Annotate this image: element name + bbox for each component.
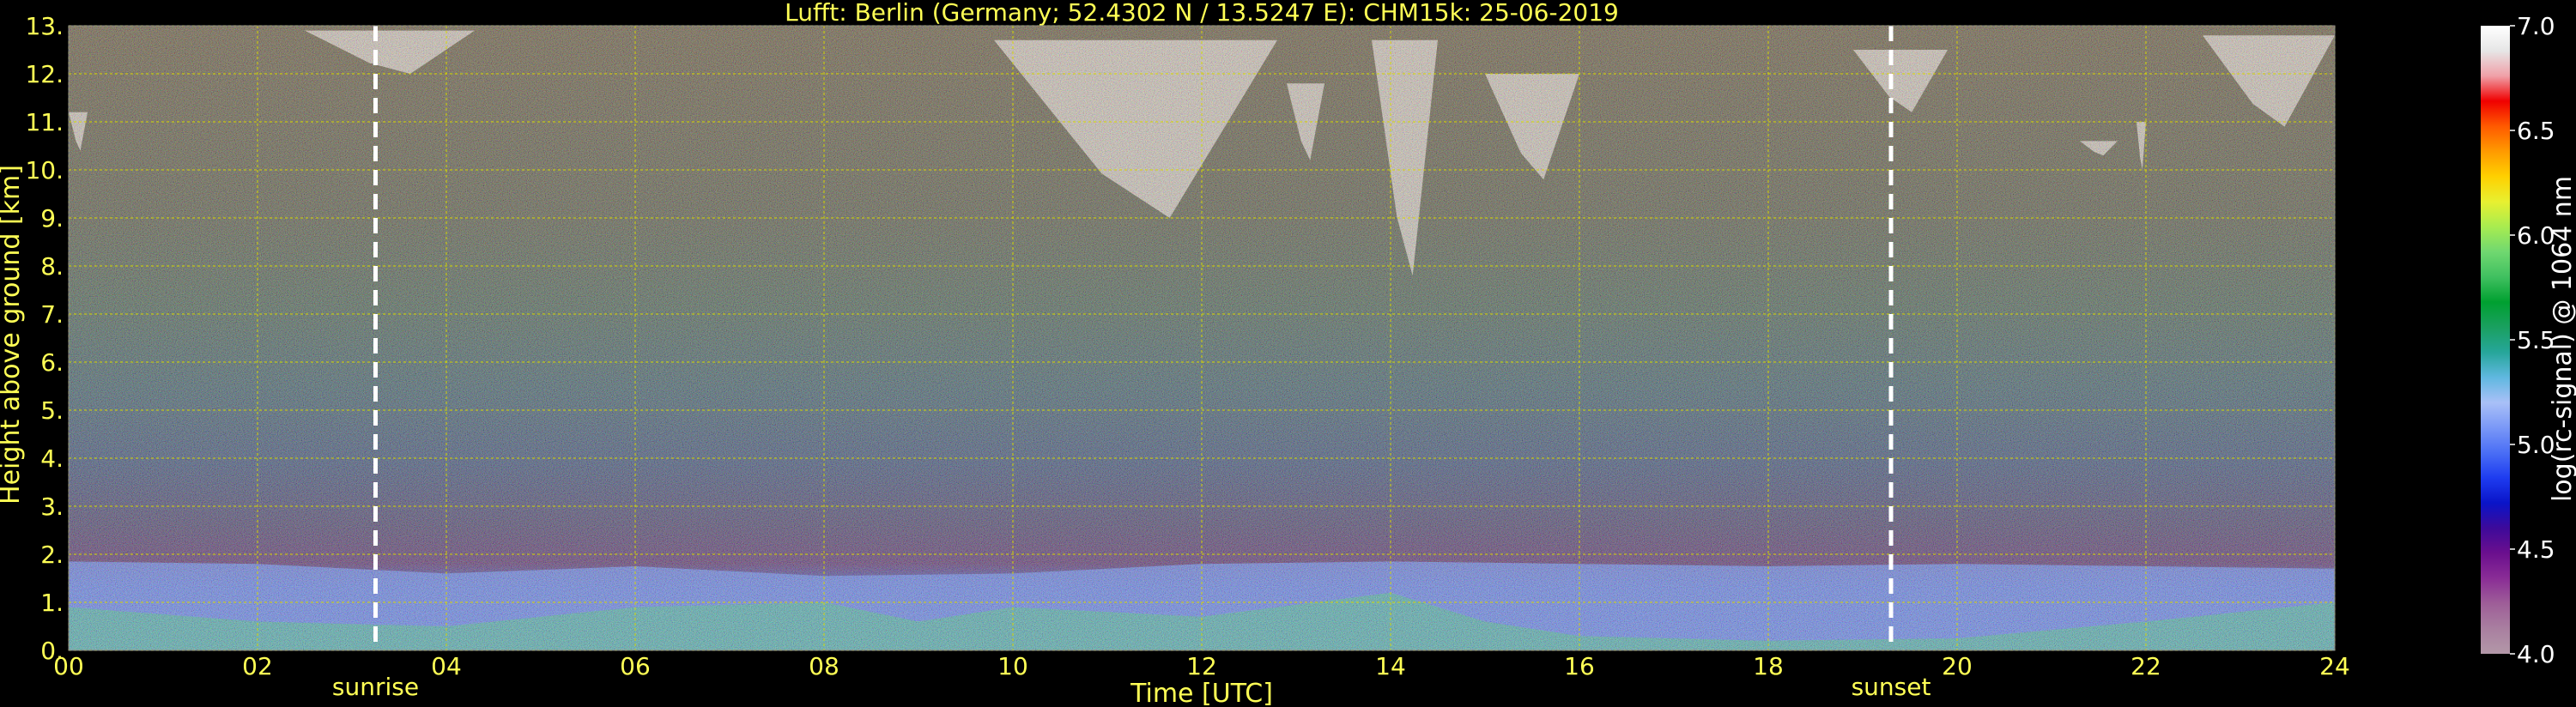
x-tick-label: 18 (1753, 652, 1784, 680)
y-tick-label: 9. (40, 204, 64, 233)
colorbar-tick-label: 6.5 (2517, 117, 2555, 145)
y-tick-label: 8. (40, 252, 64, 281)
y-tick-label: 3. (40, 492, 64, 521)
x-tick-label: 10 (997, 652, 1028, 680)
x-tick-label: 16 (1564, 652, 1595, 680)
y-tick-label: 13. (25, 12, 64, 40)
colorbar: 4.04.55.05.56.06.57.0 log(rc-signal) @ 1… (2481, 12, 2576, 668)
sunrise-label: sunrise (332, 673, 419, 701)
sunset-label: sunset (1852, 673, 1931, 701)
x-axis-label: Time [UTC] (1130, 679, 1273, 707)
y-tick-label: 5. (40, 396, 64, 425)
x-tick-label: 12 (1186, 652, 1217, 680)
lidar-quicklook-figure: Lufft: Berlin (Germany; 52.4302 N / 13.5… (0, 0, 2576, 707)
colorbar-scale (2481, 26, 2510, 654)
y-axis-ticks: 0.1.2.3.4.5.6.7.8.9.10.11.12.13. (25, 12, 64, 665)
x-tick-label: 02 (242, 652, 273, 680)
y-tick-label: 10. (25, 156, 64, 184)
x-tick-label: 22 (2131, 652, 2161, 680)
figure-canvas: Lufft: Berlin (Germany; 52.4302 N / 13.5… (0, 0, 2576, 707)
colorbar-tick-label: 4.0 (2517, 640, 2555, 668)
y-tick-label: 11. (25, 108, 64, 136)
y-tick-label: 2. (40, 541, 64, 569)
y-tick-label: 7. (40, 300, 64, 329)
chart-title: Lufft: Berlin (Germany; 52.4302 N / 13.5… (785, 0, 1619, 27)
x-tick-label: 00 (53, 652, 84, 680)
colorbar-tick-label: 4.5 (2517, 535, 2555, 564)
colorbar-label: log(rc-signal) @ 1064 nm (2548, 176, 2576, 502)
plot-area (68, 25, 2336, 651)
x-tick-label: 04 (431, 652, 462, 680)
y-tick-label: 12. (25, 60, 64, 88)
y-axis-label: Height above ground [km] (0, 165, 26, 505)
x-tick-label: 20 (1942, 652, 1973, 680)
x-tick-label: 14 (1375, 652, 1406, 680)
y-tick-label: 1. (40, 589, 64, 617)
x-tick-label: 08 (809, 652, 839, 680)
x-tick-label: 06 (620, 652, 651, 680)
y-tick-label: 4. (40, 444, 64, 473)
x-tick-label: 24 (2319, 652, 2350, 680)
colorbar-tick-label: 7.0 (2517, 12, 2555, 40)
y-tick-label: 6. (40, 348, 64, 377)
